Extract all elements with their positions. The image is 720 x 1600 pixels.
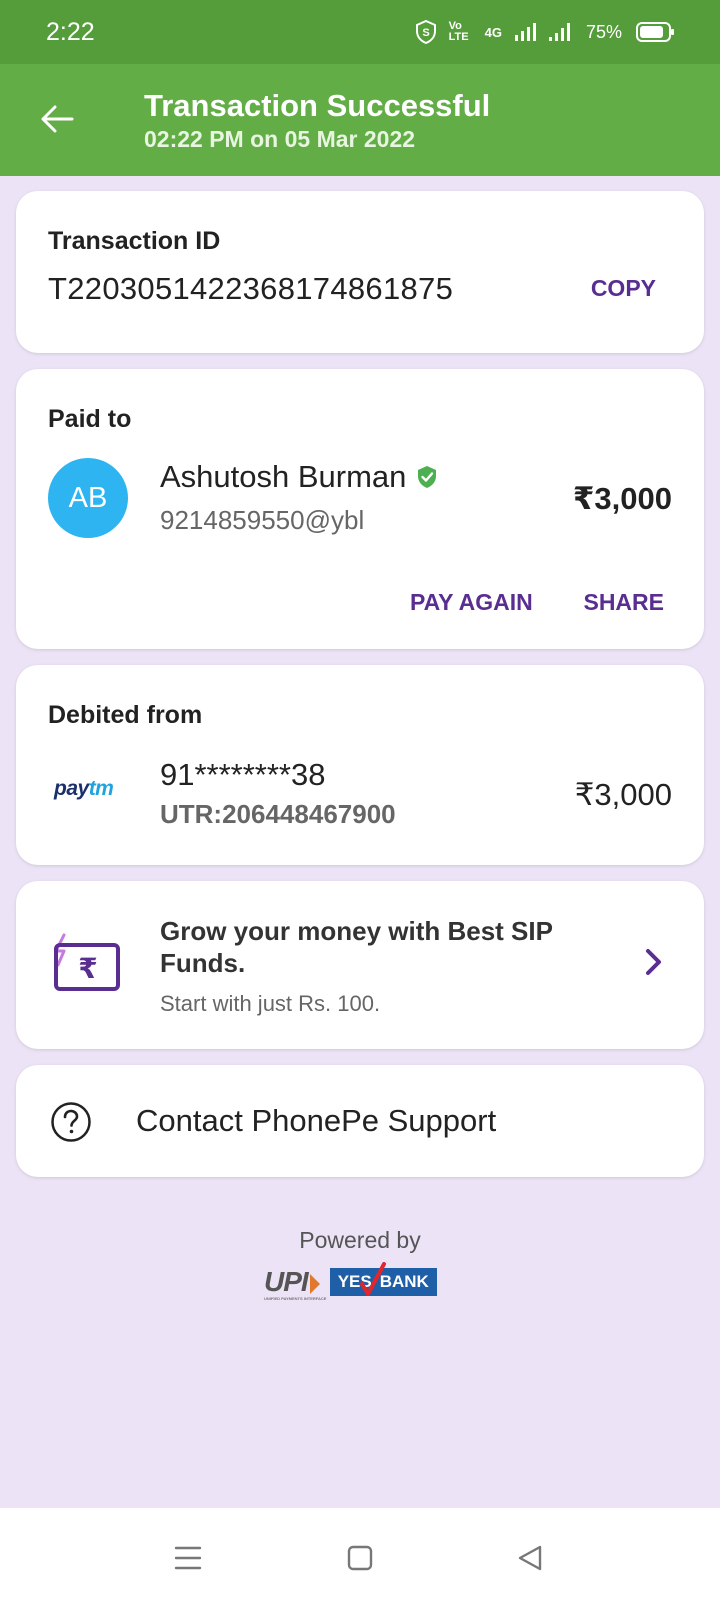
debited-amount: ₹3,000 bbox=[574, 777, 672, 812]
sip-promo-card[interactable]: ₹ Grow your money with Best SIP Funds. S… bbox=[16, 881, 704, 1049]
page-title: Transaction Successful bbox=[144, 88, 491, 123]
signal-icon bbox=[514, 23, 536, 41]
back-nav-button[interactable] bbox=[510, 1538, 550, 1578]
transaction-id-label: Transaction ID bbox=[48, 227, 221, 255]
signal-2-icon bbox=[548, 23, 570, 41]
home-button[interactable] bbox=[340, 1538, 380, 1578]
promo-title: Grow your money with Best SIP Funds. bbox=[160, 916, 553, 978]
transaction-id-value: T2203051422368174861875 bbox=[48, 271, 454, 306]
status-icons: S Vo LTE 4G 75% bbox=[415, 20, 676, 44]
tick-icon bbox=[359, 1262, 386, 1296]
status-time: 2:22 bbox=[46, 17, 95, 46]
triangle-back-icon bbox=[518, 1545, 542, 1571]
battery-level: 75% bbox=[585, 21, 622, 42]
verified-shield-icon bbox=[418, 466, 437, 488]
svg-text:₹: ₹ bbox=[78, 952, 97, 985]
debited-from-card: Debited from paytm 91********38 UTR:2064… bbox=[16, 665, 704, 865]
paid-to-label: Paid to bbox=[48, 405, 132, 433]
contact-support-label: Contact PhonePe Support bbox=[136, 1103, 497, 1138]
account-number: 91********38 bbox=[160, 757, 326, 792]
paid-to-card: Paid to AB Ashutosh Burman 9214859550@yb… bbox=[16, 369, 704, 649]
paid-amount: ₹3,000 bbox=[572, 481, 672, 516]
upi-logo: UPI UNIFIED PAYMENTS INTERFACE bbox=[264, 1266, 326, 1301]
arrow-left-icon bbox=[41, 105, 74, 133]
utr-number: UTR:206448467900 bbox=[160, 799, 396, 829]
payee-upi-id: 9214859550@ybl bbox=[160, 505, 365, 535]
back-button[interactable] bbox=[32, 94, 82, 144]
menu-icon bbox=[174, 1546, 202, 1570]
powered-by-text: Powered by bbox=[299, 1227, 421, 1253]
transaction-datetime: 02:22 PM on 05 Mar 2022 bbox=[144, 126, 416, 152]
promo-subtitle: Start with just Rs. 100. bbox=[160, 991, 381, 1016]
paytm-logo: paytm bbox=[54, 777, 114, 801]
upi-logo-text: UPI bbox=[264, 1266, 309, 1297]
system-nav-bar bbox=[0, 1508, 720, 1600]
contact-support-card[interactable]: Contact PhonePe Support bbox=[16, 1065, 704, 1177]
payee-name: Ashutosh Burman bbox=[160, 459, 407, 494]
volte-indicator: Vo LTE bbox=[448, 20, 469, 43]
status-bar: 2:22 S Vo LTE 4G 75% bbox=[0, 0, 720, 64]
chevron-right-icon bbox=[646, 949, 661, 975]
pay-again-button[interactable]: PAY AGAIN bbox=[410, 589, 533, 616]
debited-from-label: Debited from bbox=[48, 701, 203, 729]
shield-icon: S bbox=[415, 20, 436, 44]
help-circle-icon bbox=[51, 1102, 91, 1142]
transaction-id-card: Transaction ID T2203051422368174861875 C… bbox=[16, 191, 704, 353]
share-button[interactable]: SHARE bbox=[583, 589, 664, 616]
payee-name-row: Ashutosh Burman bbox=[160, 459, 438, 495]
copy-button[interactable]: COPY bbox=[591, 275, 656, 302]
network-4g-indicator: 4G bbox=[484, 24, 502, 40]
recent-apps-button[interactable] bbox=[168, 1538, 208, 1578]
battery-icon bbox=[636, 22, 674, 42]
upi-logo-tagline: UNIFIED PAYMENTS INTERFACE bbox=[264, 1296, 327, 1301]
partner-logos: UPI UNIFIED PAYMENTS INTERFACE YES BANK bbox=[264, 1262, 437, 1301]
avatar: AB bbox=[48, 458, 128, 538]
yes-bank-logo: YES BANK bbox=[329, 1262, 437, 1296]
svg-text:S: S bbox=[422, 27, 429, 39]
app-header: Transaction Successful 02:22 PM on 05 Ma… bbox=[0, 64, 720, 176]
rupee-card-icon: ₹ bbox=[54, 933, 120, 991]
paytm-logo-tm: tm bbox=[88, 777, 114, 800]
square-icon bbox=[347, 1545, 373, 1571]
paytm-logo-pay: pay bbox=[54, 777, 89, 800]
